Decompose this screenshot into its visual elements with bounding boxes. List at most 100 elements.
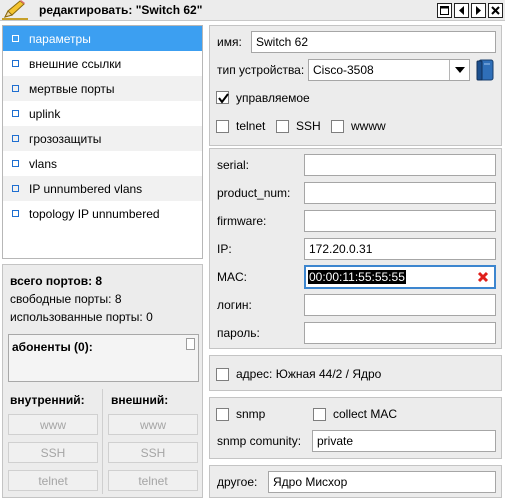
bullet-icon [12, 185, 19, 192]
prev-button[interactable] [454, 3, 469, 18]
close-icon [491, 6, 500, 15]
bullet-icon [12, 35, 19, 42]
ssh-label: SSH [296, 119, 321, 133]
password-input[interactable] [304, 322, 496, 344]
ssh-checkbox[interactable] [276, 120, 289, 133]
free-ports: свободные порты: 8 [10, 292, 122, 306]
chevron-down-icon [454, 67, 465, 73]
login-input[interactable] [304, 294, 496, 316]
ip-input[interactable]: 172.20.0.31 [304, 238, 496, 260]
scrollbar[interactable] [186, 338, 195, 350]
menu-item-label: uplink [29, 106, 61, 121]
title-bar: редактировать: "Switch 62" [0, 0, 505, 21]
device-type-select[interactable]: Cisco-3508 [308, 59, 470, 81]
www-label: wwww [351, 119, 386, 133]
collect-mac-label: collect MAC [333, 407, 398, 421]
window-title: редактировать: "Switch 62" [39, 3, 203, 17]
other-fieldset: другое: Ядро Мисхор [209, 465, 502, 498]
menu-item-label: внешние ссылки [29, 56, 122, 71]
maximize-icon [440, 6, 449, 15]
dropdown-button[interactable] [449, 60, 469, 80]
clear-icon[interactable] [477, 271, 489, 283]
menu-item-label: грозозащиты [29, 131, 102, 146]
menu-item-dead-ports[interactable]: мертвые порты [3, 76, 202, 101]
bullet-icon [12, 135, 19, 142]
menu-item-uplink[interactable]: uplink [3, 101, 202, 126]
firmware-input[interactable] [304, 210, 496, 232]
managed-label: управляемое [236, 91, 310, 105]
bullet-icon [12, 110, 19, 117]
other-label: другое: [217, 475, 258, 489]
managed-checkbox[interactable] [216, 91, 229, 104]
external-ssh-button[interactable]: SSH [108, 442, 198, 463]
snmp-label: snmp [236, 407, 266, 421]
address-label: адрес: Южная 44/2 / Ядро [236, 367, 382, 381]
snmp-community-input[interactable]: private [312, 430, 496, 452]
device-fieldset: имя: Switch 62 тип устройства: Cisco-350… [209, 25, 502, 146]
menu-item-ip-unnumbered-vlans[interactable]: IP unnumbered vlans [3, 176, 202, 201]
bullet-icon [12, 160, 19, 167]
collect-mac-checkbox[interactable] [313, 408, 326, 421]
snmp-fieldset: snmp collect MAC snmp comunity: private [209, 397, 502, 459]
internal-label: внутренний: [10, 393, 85, 407]
external-label: внешний: [111, 393, 169, 407]
menu-item-vlans[interactable]: vlans [3, 151, 202, 176]
www-checkbox[interactable] [331, 120, 344, 133]
mac-value: 00:00:11:55:55:55 [308, 270, 406, 284]
subscribers-list[interactable]: абоненты (0): [8, 334, 199, 382]
telnet-label: telnet [236, 119, 266, 133]
bullet-icon [12, 210, 19, 217]
pencil-icon [2, 0, 28, 20]
address-checkbox[interactable] [216, 368, 229, 381]
bullet-icon [12, 85, 19, 92]
snmp-checkbox[interactable] [216, 408, 229, 421]
menu-item-label: vlans [29, 156, 58, 171]
menu-item-label: параметры [29, 31, 91, 46]
other-input[interactable]: Ядро Мисхор [268, 471, 496, 493]
product-num-input[interactable] [304, 182, 496, 204]
bullet-icon [12, 60, 19, 67]
device-type-value: Cisco-3508 [313, 63, 374, 77]
ports-panel: всего портов: 8 свободные порты: 8 испол… [2, 264, 203, 498]
mac-label: MAC: [217, 270, 247, 284]
menu-item-parameters[interactable]: параметры [3, 26, 202, 51]
name-label: имя: [217, 35, 242, 49]
used-ports: использованные порты: 0 [10, 310, 153, 324]
book-icon[interactable] [475, 59, 495, 81]
name-input[interactable]: Switch 62 [251, 31, 496, 53]
mac-input[interactable]: 00:00:11:55:55:55 [304, 265, 496, 289]
next-icon [476, 6, 481, 15]
telnet-checkbox[interactable] [216, 120, 229, 133]
login-label: логин: [217, 298, 252, 312]
internal-ssh-button[interactable]: SSH [8, 442, 98, 463]
total-ports: всего портов: 8 [10, 274, 103, 288]
menu-item-external-links[interactable]: внешние ссылки [3, 51, 202, 76]
device-type-label: тип устройства: [217, 63, 305, 77]
menu-item-label: мертвые порты [29, 81, 115, 96]
prev-icon [459, 6, 464, 15]
menu-item-surge-protection[interactable]: грозозащиты [3, 126, 202, 151]
close-button[interactable] [488, 3, 503, 18]
serial-input[interactable] [304, 154, 496, 176]
password-label: пароль: [217, 326, 260, 340]
menu-item-topology-ip-unnumbered[interactable]: topology IP unnumbered [3, 201, 202, 226]
firmware-label: firmware: [217, 214, 267, 228]
internal-www-button[interactable]: www [8, 414, 98, 435]
serial-label: serial: [217, 158, 250, 172]
external-telnet-button[interactable]: telnet [108, 470, 198, 491]
credentials-fieldset: serial: product_num: firmware: IP: 172.2… [209, 148, 502, 349]
snmp-community-label: snmp comunity: [217, 434, 302, 448]
subscribers-title: абоненты (0): [12, 340, 93, 354]
checkmark-icon [218, 93, 229, 104]
address-fieldset: адрес: Южная 44/2 / Ядро [209, 355, 502, 391]
product-num-label: product_num: [217, 186, 291, 200]
external-www-button[interactable]: www [108, 414, 198, 435]
menu-item-label: topology IP unnumbered [29, 206, 160, 221]
internal-telnet-button[interactable]: telnet [8, 470, 98, 491]
maximize-button[interactable] [437, 3, 452, 18]
section-menu: параметры внешние ссылки мертвые порты u… [2, 25, 203, 259]
menu-item-label: IP unnumbered vlans [29, 181, 143, 196]
divider [102, 389, 103, 494]
next-button[interactable] [471, 3, 486, 18]
ip-label: IP: [217, 242, 232, 256]
